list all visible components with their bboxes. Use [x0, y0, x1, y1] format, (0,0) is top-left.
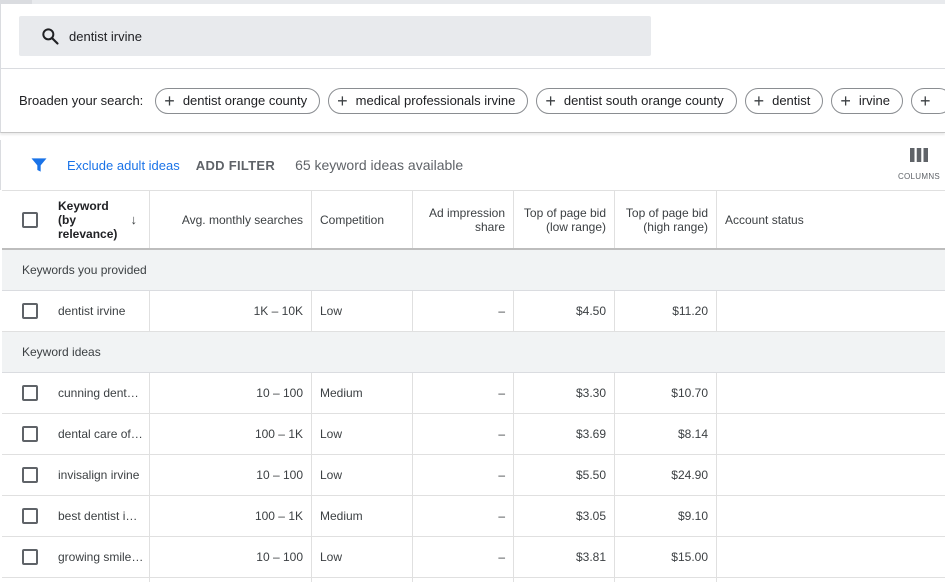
plus-icon: + — [920, 90, 931, 111]
chip-irvine[interactable]: + irvine — [831, 87, 903, 114]
table-row: growing smiles irvine 10 – 100 Low – $3.… — [2, 537, 945, 578]
plus-icon: + — [840, 90, 851, 111]
row-checkbox[interactable] — [22, 385, 38, 401]
header-avg-monthly-searches[interactable]: Avg. monthly searches — [150, 191, 312, 248]
keyword-cell: growing smiles irvine — [48, 537, 150, 577]
plus-icon: + — [337, 90, 348, 111]
add-filter-button[interactable]: ADD FILTER — [196, 158, 275, 173]
header-keyword[interactable]: Keyword (by relevance) ↓ — [48, 191, 150, 248]
plus-icon: + — [753, 90, 765, 111]
bid-low-cell: $4.50 — [514, 291, 615, 331]
columns-icon — [910, 148, 928, 166]
keyword-count: 65 keyword ideas available — [295, 157, 464, 173]
table-row: dentist irvine 1K – 10K Low – $4.50 $11.… — [2, 291, 945, 332]
account-status-cell — [717, 414, 945, 454]
section-row: Keywords you provided — [2, 250, 945, 291]
avg-searches-cell: 10 – 100 — [150, 455, 312, 495]
select-all-cell — [2, 191, 48, 248]
row-checkbox[interactable] — [22, 426, 38, 442]
bid-low-cell: $3.30 — [514, 373, 615, 413]
competition-cell: Medium — [312, 496, 413, 536]
keyword-cell: dentist irvine — [48, 291, 150, 331]
bid-low-cell: $3.69 — [514, 414, 615, 454]
filter-bar: Exclude adult ideas ADD FILTER 65 keywor… — [0, 140, 945, 190]
bid-high-cell: $10.70 — [615, 373, 717, 413]
select-all-checkbox[interactable] — [22, 211, 38, 228]
account-status-cell — [717, 291, 945, 331]
avg-searches-cell: 100 – 1K — [150, 414, 312, 454]
account-status-cell — [717, 373, 945, 413]
search-area: dentist irvine — [0, 4, 945, 68]
keyword-cell: invisalign irvine — [48, 455, 150, 495]
chip-more[interactable]: + — [911, 87, 945, 114]
plus-icon: + — [545, 90, 556, 111]
avg-searches-cell: 100 – 1K — [150, 496, 312, 536]
bid-high-cell: $15.00 — [615, 537, 717, 577]
account-status-cell — [717, 455, 945, 495]
header-competition[interactable]: Competition — [312, 191, 413, 248]
table-header: Keyword (by relevance) ↓ Avg. monthly sea… — [2, 190, 945, 250]
header-account-status[interactable]: Account status — [717, 191, 945, 248]
avg-searches-cell: 10 – 100 — [150, 537, 312, 577]
section-row: Keyword ideas — [2, 332, 945, 373]
competition-cell: Low — [312, 455, 413, 495]
bid-high-cell: $8.14 — [615, 414, 717, 454]
header-ad-impression-share[interactable]: Ad impression share — [413, 191, 514, 248]
competition-cell: Low — [312, 537, 413, 577]
impression-share-cell: – — [413, 455, 514, 495]
row-checkbox[interactable] — [22, 508, 38, 524]
impression-share-cell: – — [413, 537, 514, 577]
bid-high-cell: $24.90 — [615, 455, 717, 495]
chip-dentist-south-orange-county[interactable]: + dentist south orange county — [536, 87, 737, 114]
header-bid-low[interactable]: Top of page bid (low range) — [514, 191, 615, 248]
chip-medical-professionals-irvine[interactable]: + medical professionals irvine — [328, 87, 529, 114]
filter-icon[interactable] — [29, 155, 49, 175]
bid-high-cell: $11.20 — [615, 291, 717, 331]
impression-share-cell: – — [413, 373, 514, 413]
search-icon — [39, 25, 61, 47]
keyword-cell: best dentist in irvine — [48, 496, 150, 536]
impression-share-cell: – — [413, 496, 514, 536]
avg-searches-cell: 1K – 10K — [150, 291, 312, 331]
exclude-adult-ideas-filter[interactable]: Exclude adult ideas — [67, 158, 180, 173]
table-row: cunning dental irvine 10 – 100 Medium – … — [2, 373, 945, 414]
columns-button[interactable]: COLUMNS — [897, 148, 941, 181]
avg-searches-cell: 10 – 100 — [150, 373, 312, 413]
bid-low-cell: $5.50 — [514, 455, 615, 495]
row-checkbox[interactable] — [22, 549, 38, 565]
competition-cell: Medium — [312, 373, 413, 413]
bid-high-cell: $9.10 — [615, 496, 717, 536]
plus-icon: + — [164, 90, 175, 111]
broaden-label: Broaden your search: — [19, 93, 144, 108]
competition-cell: Low — [312, 414, 413, 454]
arrow-down-icon: ↓ — [130, 212, 138, 227]
chip-dentist[interactable]: + dentist — [744, 87, 824, 114]
bid-low-cell: $3.81 — [514, 537, 615, 577]
search-box[interactable]: dentist irvine — [19, 16, 651, 56]
row-checkbox[interactable] — [22, 467, 38, 483]
keyword-cell: dental care of irvine — [48, 414, 150, 454]
bid-low-cell: $3.05 — [514, 496, 615, 536]
chip-dentist-orange-county[interactable]: + dentist orange county — [155, 87, 321, 114]
header-bid-high[interactable]: Top of page bid (high range) — [615, 191, 717, 248]
broaden-search-bar: Broaden your search: + dentist orange cou… — [0, 68, 945, 133]
table-row-partial — [2, 578, 945, 582]
impression-share-cell: – — [413, 291, 514, 331]
account-status-cell — [717, 496, 945, 536]
section-title: Keyword ideas — [22, 345, 101, 359]
impression-share-cell: – — [413, 414, 514, 454]
keyword-table: Keyword (by relevance) ↓ Avg. monthly sea… — [2, 190, 945, 582]
table-row: dental care of irvine 100 – 1K Low – $3.… — [2, 414, 945, 455]
search-input[interactable]: dentist irvine — [69, 29, 142, 44]
columns-label: COLUMNS — [897, 172, 941, 181]
table-row: best dentist in irvine 100 – 1K Medium –… — [2, 496, 945, 537]
keyword-cell: cunning dental irvine — [48, 373, 150, 413]
competition-cell: Low — [312, 291, 413, 331]
row-checkbox[interactable] — [22, 303, 38, 319]
section-title: Keywords you provided — [22, 263, 147, 277]
account-status-cell — [717, 537, 945, 577]
table-row: invisalign irvine 10 – 100 Low – $5.50 $… — [2, 455, 945, 496]
